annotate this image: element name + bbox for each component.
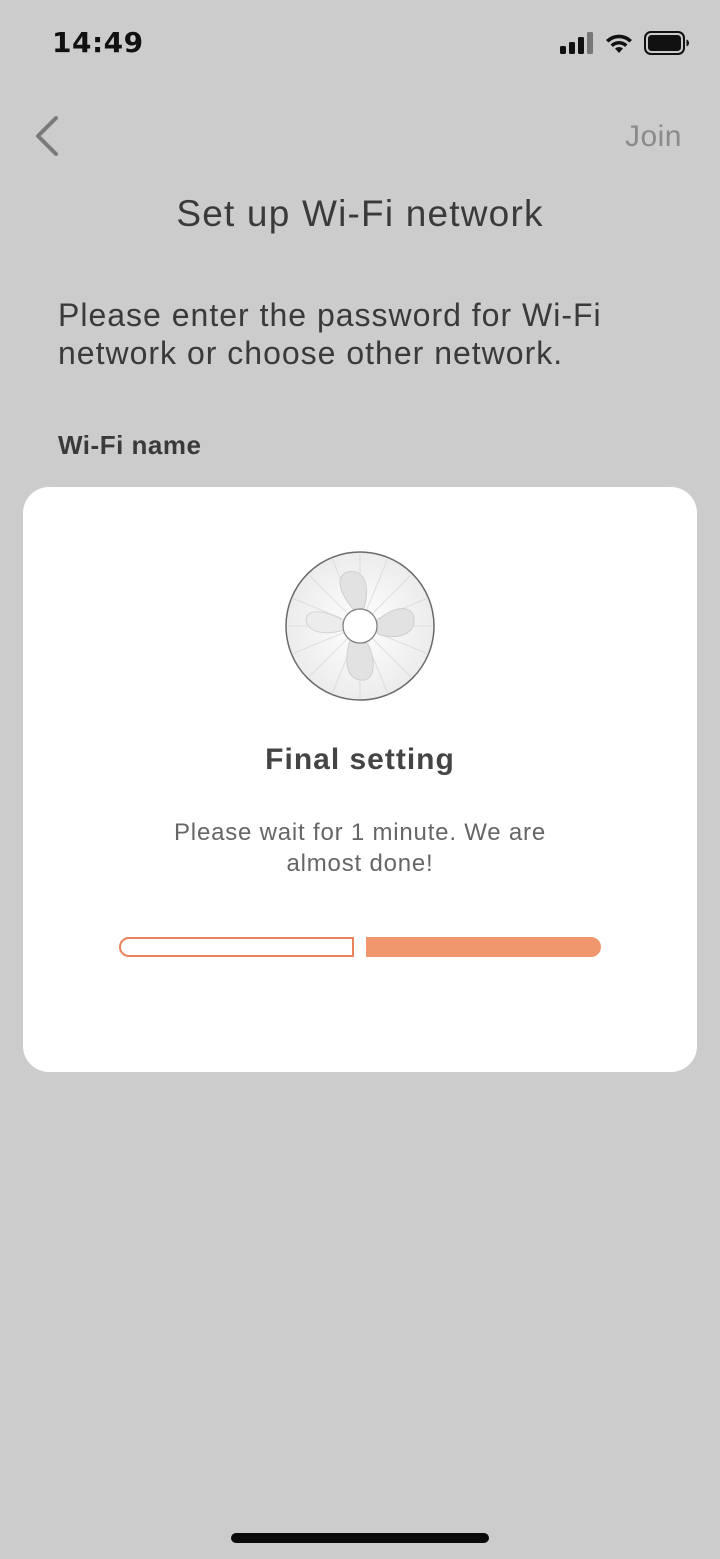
cellular-signal-icon (560, 32, 594, 54)
chevron-left-icon (32, 115, 60, 161)
fan-icon (284, 550, 436, 702)
home-indicator[interactable] (231, 1533, 489, 1543)
battery-icon (644, 31, 690, 55)
status-icons (560, 30, 690, 56)
progress-modal: Final setting Please wait for 1 minute. … (23, 487, 697, 1072)
page-title: Set up Wi-Fi network (176, 193, 544, 234)
wifi-icon (604, 32, 634, 54)
instruction-text: Please enter the password for Wi-Fi netw… (58, 297, 602, 371)
progress-step-1 (119, 937, 354, 957)
modal-message: Please wait for 1 minute. We are almost … (174, 819, 546, 877)
progress-indicator (119, 937, 601, 957)
join-button[interactable]: Join (625, 120, 682, 154)
status-time: 14:49 (52, 26, 144, 59)
status-bar: 14:49 (0, 0, 720, 88)
modal-title: Final setting (265, 743, 455, 776)
progress-step-2 (366, 937, 601, 957)
wifi-name-label: Wi-Fi name (58, 430, 202, 460)
back-button[interactable] (24, 114, 68, 162)
